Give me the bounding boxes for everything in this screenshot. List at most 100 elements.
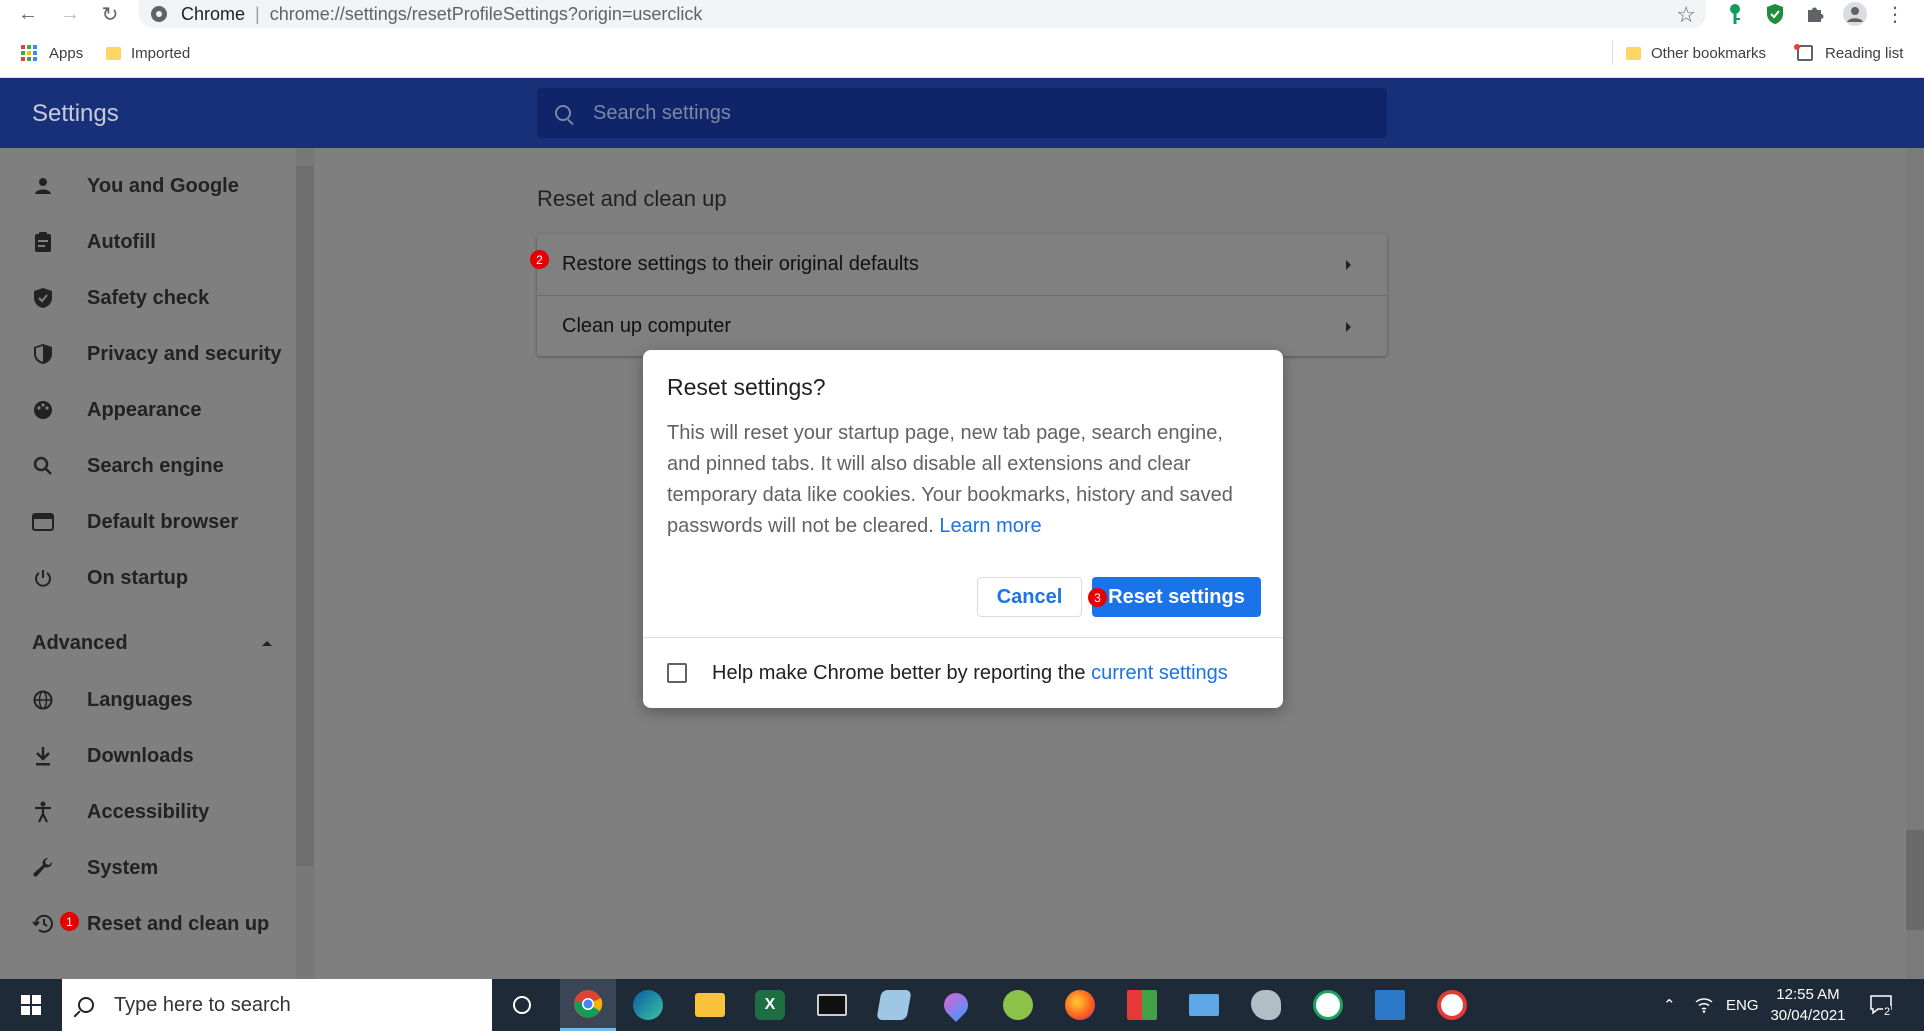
snip-tool-icon[interactable] xyxy=(1114,979,1170,1031)
row-clean-up-computer[interactable]: Clean up computer xyxy=(537,296,1387,357)
file-explorer-icon[interactable] xyxy=(682,979,738,1031)
windows-taskbar: X ⌃ ENG 12:55 AM 30/04/2021 2 xyxy=(0,979,1924,1031)
bookmark-imported[interactable]: Imported xyxy=(106,28,190,78)
back-icon[interactable]: ← xyxy=(12,0,44,28)
vpn-app-icon[interactable] xyxy=(990,979,1046,1031)
bookmark-other-label: Other bookmarks xyxy=(1651,44,1767,62)
reading-list-label: Reading list xyxy=(1825,44,1904,62)
download-icon xyxy=(30,743,56,769)
sidebar-item-languages[interactable]: Languages xyxy=(30,680,193,720)
sidebar-item-you-and-google[interactable]: You and Google xyxy=(30,166,239,206)
folder-icon xyxy=(106,46,121,60)
settings-search[interactable] xyxy=(537,88,1387,138)
firefox-icon[interactable] xyxy=(1052,979,1108,1031)
wifi-icon[interactable] xyxy=(1695,979,1713,1031)
arrow-up-icon xyxy=(262,640,272,646)
taskbar-search-input[interactable] xyxy=(114,993,444,1017)
sidebar-item-label: Search engine xyxy=(87,454,224,477)
step-badge-3: 3 xyxy=(1088,588,1107,607)
address-bar[interactable]: Chrome | chrome://settings/resetProfileS… xyxy=(139,0,1706,28)
checkbox-label-text: Help make Chrome better by reporting the xyxy=(712,662,1086,684)
photos-icon[interactable] xyxy=(1362,979,1418,1031)
excel-icon[interactable]: X xyxy=(742,979,798,1031)
recycle-app-icon[interactable] xyxy=(1300,979,1356,1031)
key-extension-icon[interactable] xyxy=(1722,2,1748,26)
chrome-site-icon xyxy=(151,6,167,22)
edge-taskbar-icon[interactable] xyxy=(620,979,676,1031)
person-icon xyxy=(30,173,56,199)
sidebar-item-default-browser[interactable]: Default browser xyxy=(30,502,238,542)
sidebar-item-label: On startup xyxy=(87,566,189,589)
shield-check-icon xyxy=(30,285,56,311)
sidebar-item-downloads[interactable]: Downloads xyxy=(30,736,194,776)
sidebar-advanced-toggle[interactable]: Advanced xyxy=(32,628,272,658)
bookmark-apps[interactable]: Apps xyxy=(21,28,83,78)
bookmarks-divider xyxy=(1612,41,1613,65)
reading-list-icon xyxy=(1794,44,1813,61)
sidebar-item-label: Autofill xyxy=(87,230,156,253)
id-card-app-icon[interactable] xyxy=(1176,979,1232,1031)
current-settings-link[interactable]: current settings xyxy=(1091,662,1228,684)
step-badge-2: 2 xyxy=(530,250,549,269)
sidebar-item-label: Reset and clean up xyxy=(87,912,270,935)
settings-search-input[interactable] xyxy=(593,101,1293,125)
report-settings-checkbox[interactable] xyxy=(667,663,687,683)
shield-extension-icon[interactable] xyxy=(1762,2,1788,26)
reload-icon[interactable]: ↻ xyxy=(94,0,126,28)
reset-settings-dialog: Reset settings? This will reset your sta… xyxy=(643,350,1283,708)
cancel-button[interactable]: Cancel xyxy=(977,577,1082,617)
bookmarks-bar: Apps Imported Other bookmarks Reading li… xyxy=(0,28,1924,78)
clock[interactable]: 12:55 AM 30/04/2021 xyxy=(1763,984,1853,1026)
forward-icon[interactable]: → xyxy=(54,0,86,28)
puzzle-extensions-icon[interactable] xyxy=(1802,2,1828,26)
sidebar-item-on-startup[interactable]: On startup xyxy=(30,558,188,598)
taskbar-search[interactable] xyxy=(62,979,492,1031)
browser-toolbar: ← → ↻ Chrome | chrome://settings/resetPr… xyxy=(0,0,1924,28)
sidebar-item-safety-check[interactable]: Safety check xyxy=(30,278,209,318)
page-scrollbar-thumb[interactable] xyxy=(1906,830,1924,930)
sidebar-item-label: Default browser xyxy=(87,510,239,533)
bookmark-apps-label: Apps xyxy=(49,44,84,62)
droplet-app-icon[interactable] xyxy=(928,979,984,1031)
sidebar-item-privacy-and-security[interactable]: Privacy and security xyxy=(30,334,282,374)
sidebar-item-label: System xyxy=(87,856,159,879)
notification-center[interactable]: 2 xyxy=(1870,979,1892,1031)
sidebar-item-search-engine[interactable]: Search engine xyxy=(30,446,224,486)
bookmark-other[interactable]: Other bookmarks xyxy=(1626,28,1766,78)
accessibility-icon xyxy=(30,799,56,825)
sidebar-scrollbar-thumb[interactable] xyxy=(296,166,314,866)
menu-kebab-icon[interactable]: ⋮ xyxy=(1882,2,1908,26)
notification-count: 2 xyxy=(1883,1006,1892,1018)
profile-avatar-icon[interactable] xyxy=(1842,2,1868,26)
reset-settings-button[interactable]: Reset settings xyxy=(1092,577,1261,617)
chrome-taskbar-icon[interactable] xyxy=(560,979,616,1031)
clipboard-icon xyxy=(30,229,56,255)
apps-grid-icon xyxy=(21,45,37,61)
row-label: Restore settings to their original defau… xyxy=(562,253,919,275)
paint-app-icon[interactable] xyxy=(1238,979,1294,1031)
notepad-icon[interactable] xyxy=(866,979,922,1031)
arrow-right-icon xyxy=(1346,321,1351,332)
start-button[interactable] xyxy=(0,979,62,1031)
cortana-icon[interactable] xyxy=(494,979,550,1031)
row-restore-defaults[interactable]: Restore settings to their original defau… xyxy=(537,234,1387,295)
bookmark-star-icon[interactable]: ☆ xyxy=(1676,2,1696,28)
sidebar-item-accessibility[interactable]: Accessibility xyxy=(30,792,209,832)
language-indicator[interactable]: ENG xyxy=(1726,979,1759,1031)
browser-icon xyxy=(30,509,56,535)
bookmark-imported-label: Imported xyxy=(131,44,191,62)
show-hidden-icons-icon[interactable]: ⌃ xyxy=(1663,979,1676,1031)
settings-title: Settings xyxy=(32,100,119,127)
learn-more-link[interactable]: Learn more xyxy=(939,515,1041,537)
recovery-app-icon[interactable] xyxy=(1424,979,1480,1031)
sidebar-item-system[interactable]: System xyxy=(30,848,158,888)
settings-header: Settings xyxy=(0,78,1924,148)
reading-list[interactable]: Reading list xyxy=(1794,28,1904,78)
sidebar-item-appearance[interactable]: Appearance xyxy=(30,390,202,430)
sidebar-item-label: Accessibility xyxy=(87,800,210,823)
terminal-icon[interactable] xyxy=(804,979,860,1031)
clock-date: 30/04/2021 xyxy=(1770,1007,1846,1024)
sidebar-item-autofill[interactable]: Autofill xyxy=(30,222,156,262)
sidebar-item-label: Appearance xyxy=(87,398,202,421)
arrow-right-icon xyxy=(1346,259,1351,270)
